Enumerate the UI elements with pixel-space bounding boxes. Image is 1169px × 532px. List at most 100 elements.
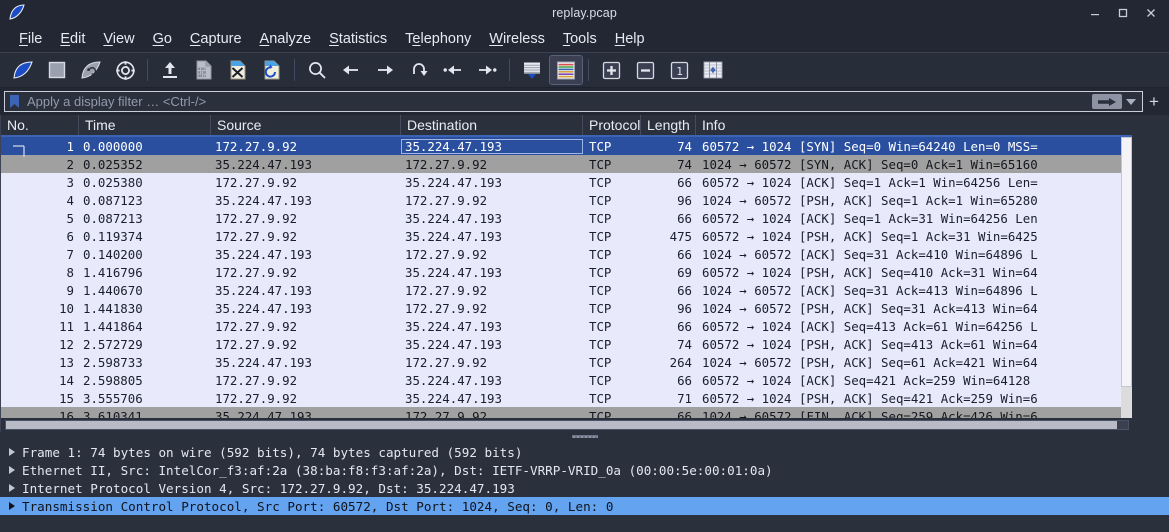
cell-time: 1.416796 (83, 264, 143, 280)
zoom-reset-icon[interactable]: 1 (662, 55, 696, 85)
bookmark-icon[interactable] (5, 91, 23, 112)
table-row[interactable]: 7 0.140200 35.224.47.193 172.27.9.92 TCP 66 10… (1, 245, 1169, 263)
table-row[interactable]: 9 1.440670 35.224.47.193 172.27.9.92 TCP 66 10… (1, 281, 1169, 299)
cell-src: 35.224.47.193 (215, 246, 312, 262)
table-row[interactable]: 1 0.000000 172.27.9.92 35.224.47.193 TCP 74 60… (1, 137, 1169, 155)
display-filter-box[interactable] (4, 91, 1143, 112)
colorize-packets-icon[interactable] (549, 55, 583, 85)
expand-triangle-icon[interactable] (4, 466, 20, 474)
cell-time: 0.087123 (83, 192, 143, 208)
reload-file-icon[interactable] (255, 55, 289, 85)
table-row[interactable]: 13 2.598733 35.224.47.193 172.27.9.92 TCP 264… (1, 353, 1169, 371)
table-row[interactable]: 14 2.598805 172.27.9.92 35.224.47.193 TCP 66 6… (1, 371, 1169, 389)
start-capture-icon[interactable] (6, 55, 40, 85)
cell-proto: TCP (589, 318, 612, 334)
minimize-button[interactable] (1081, 0, 1109, 25)
expand-triangle-icon[interactable] (4, 484, 20, 492)
splitter-grip[interactable] (571, 435, 598, 438)
go-to-packet-icon[interactable] (402, 55, 436, 85)
restart-capture-icon[interactable] (74, 55, 108, 85)
cell-src: 172.27.9.92 (215, 372, 298, 388)
capture-options-icon[interactable] (108, 55, 142, 85)
stop-capture-icon[interactable] (40, 55, 74, 85)
auto-scroll-icon[interactable] (515, 55, 549, 85)
table-row[interactable]: 12 2.572729 172.27.9.92 35.224.47.193 TCP 74 6… (1, 335, 1169, 353)
cell-info: 60572 → 1024 [PSH, ACK] Seq=1 Ack=31 Win… (702, 228, 1038, 244)
column-header-time[interactable]: Time (79, 115, 211, 135)
cell-proto: TCP (589, 282, 612, 298)
hscroll-track[interactable] (5, 420, 1129, 430)
chevron-down-icon[interactable] (1126, 98, 1136, 105)
menu-file[interactable]: File (10, 28, 51, 50)
column-header-destination[interactable]: Destination (401, 115, 583, 135)
expand-triangle-icon[interactable] (4, 502, 20, 510)
menu-help[interactable]: Help (606, 28, 654, 50)
menu-view[interactable]: View (94, 28, 143, 50)
add-filter-button[interactable]: + (1143, 92, 1165, 112)
scrollbar-thumb[interactable] (1121, 137, 1132, 387)
detail-row[interactable]: Internet Protocol Version 4, Src: 172.27… (0, 479, 1169, 497)
table-row[interactable]: 8 1.416796 172.27.9.92 35.224.47.193 TCP 69 60… (1, 263, 1169, 281)
cell-src: 35.224.47.193 (215, 282, 312, 298)
column-header-info[interactable]: Info (696, 115, 1169, 135)
detail-row[interactable]: Ethernet II, Src: IntelCor_f3:af:2a (38:… (0, 461, 1169, 479)
menu-analyze[interactable]: Analyze (251, 28, 321, 50)
detail-row[interactable]: Transmission Control Protocol, Src Port:… (0, 497, 1169, 515)
menu-bar: File Edit View Go Capture Analyze Statis… (0, 25, 1169, 53)
cell-time: 2.598805 (83, 372, 143, 388)
table-row[interactable]: 4 0.087123 35.224.47.193 172.27.9.92 TCP 96 10… (1, 191, 1169, 209)
menu-statistics[interactable]: Statistics (320, 28, 396, 50)
menu-go[interactable]: Go (144, 28, 181, 50)
maximize-button[interactable] (1109, 0, 1137, 25)
go-to-first-icon[interactable] (436, 55, 470, 85)
expand-triangle-icon[interactable] (4, 448, 20, 456)
column-header-source[interactable]: Source (211, 115, 401, 135)
table-row[interactable]: 11 1.441864 172.27.9.92 35.224.47.193 TCP 66 6… (1, 317, 1169, 335)
pane-splitter[interactable] (0, 432, 1169, 441)
column-header-no[interactable]: No. (1, 115, 79, 135)
menu-tools[interactable]: Tools (554, 28, 606, 50)
close-file-icon[interactable] (221, 55, 255, 85)
menu-wireless[interactable]: Wireless (480, 28, 554, 50)
menu-edit[interactable]: Edit (51, 28, 94, 50)
go-to-last-icon[interactable] (470, 55, 504, 85)
title-bar: replay.pcap (0, 0, 1169, 25)
table-row[interactable]: 5 0.087213 172.27.9.92 35.224.47.193 TCP 66 60… (1, 209, 1169, 227)
cell-len: 74 (677, 138, 692, 154)
cell-info: 60572 → 1024 [PSH, ACK] Seq=410 Ack=31 W… (702, 264, 1038, 280)
cell-src: 172.27.9.92 (215, 390, 298, 406)
cell-dst: 35.224.47.193 (405, 210, 502, 226)
column-header-length[interactable]: Length (641, 115, 696, 135)
cell-proto: TCP (589, 156, 612, 172)
table-row[interactable]: 3 0.025380 172.27.9.92 35.224.47.193 TCP 66 60… (1, 173, 1169, 191)
go-forward-icon[interactable] (368, 55, 402, 85)
cell-dst: 172.27.9.92 (405, 156, 488, 172)
cell-proto: TCP (589, 336, 612, 352)
zoom-in-icon[interactable] (594, 55, 628, 85)
menu-telephony[interactable]: Telephony (396, 28, 480, 50)
table-row[interactable]: 2 0.025352 35.224.47.193 172.27.9.92 TCP 74 10… (1, 155, 1169, 173)
detail-row[interactable]: Frame 1: 74 bytes on wire (592 bits), 74… (0, 443, 1169, 461)
cell-dst: 35.224.47.193 (405, 336, 502, 352)
detail-row-label: Ethernet II, Src: IntelCor_f3:af:2a (38:… (22, 462, 773, 478)
find-packet-icon[interactable] (300, 55, 334, 85)
table-row[interactable]: 6 0.119374 172.27.9.92 35.224.47.193 TCP 475 6… (1, 227, 1169, 245)
menu-capture[interactable]: Capture (181, 28, 251, 50)
display-filter-input[interactable] (23, 92, 1092, 111)
cell-dst: 172.27.9.92 (405, 246, 488, 262)
resize-columns-icon[interactable] (696, 55, 730, 85)
go-back-icon[interactable] (334, 55, 368, 85)
open-file-icon[interactable] (153, 55, 187, 85)
close-button[interactable] (1137, 0, 1165, 25)
cell-no: 9 (66, 282, 74, 298)
packet-list-horizontal-scrollbar[interactable] (1, 418, 1133, 432)
column-header-protocol[interactable]: Protocol (583, 115, 641, 135)
apply-filter-arrow-icon[interactable] (1092, 94, 1122, 109)
zoom-out-icon[interactable] (628, 55, 662, 85)
packet-list-vertical-scrollbar[interactable] (1121, 137, 1132, 432)
table-row[interactable]: 10 1.441830 35.224.47.193 172.27.9.92 TCP 96 1… (1, 299, 1169, 317)
table-row[interactable]: 15 3.555706 172.27.9.92 35.224.47.193 TCP 71 6… (1, 389, 1169, 407)
save-file-icon[interactable]: 0101 0110 0011 (187, 55, 221, 85)
hscroll-thumb[interactable] (6, 421, 1117, 429)
cell-len: 96 (677, 300, 692, 316)
